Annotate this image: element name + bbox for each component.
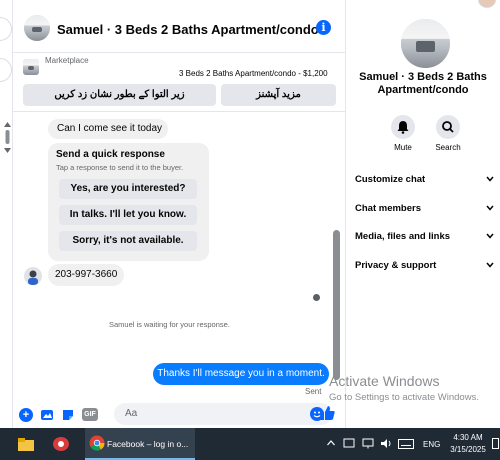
quick-reply-in-talks-button[interactable]: In talks. I'll let you know. (59, 205, 197, 225)
mark-pending-button[interactable]: زیر التوا کے بطور نشان زد کریں (23, 84, 216, 106)
clock-time[interactable]: 4:30 AM (452, 433, 484, 442)
chevron-down-icon[interactable] (486, 261, 494, 269)
incoming-message[interactable]: Can I come see it today ? (48, 119, 168, 154)
activate-windows-title: Activate Windows (329, 373, 440, 389)
sticker-icon[interactable] (61, 408, 75, 422)
more-options-button[interactable]: مزید آپشنز (221, 84, 336, 106)
read-receipt-avatar (313, 294, 320, 301)
windows-taskbar: Facebook – log in o... ENG 4:30 AM 3/15/… (0, 428, 500, 460)
menu-privacy-support[interactable]: Privacy & support (355, 260, 436, 271)
waiting-status-text: Samuel is waiting for your response. (109, 320, 230, 329)
activate-windows-subtitle: Go to Settings to activate Windows. (329, 392, 479, 403)
chat-scrollbar[interactable] (333, 230, 340, 380)
clock-date[interactable]: 3/15/2025 (448, 445, 488, 454)
search-icon (442, 121, 454, 133)
file-explorer-icon[interactable] (18, 438, 34, 451)
notification-icon[interactable] (492, 438, 499, 450)
like-icon[interactable] (320, 405, 336, 421)
incoming-message[interactable]: 203-997-3660 (48, 264, 124, 286)
device-icon[interactable] (343, 438, 355, 449)
chat-list-avatar[interactable] (0, 17, 12, 41)
menu-media-files-links[interactable]: Media, files and links (355, 231, 450, 242)
chevron-down-icon[interactable] (486, 204, 494, 212)
listing-title-price: 3 Beds 2 Baths Apartment/condo - $1,200 (179, 69, 328, 78)
taskbar-app-label: Facebook – log in o... (107, 439, 189, 449)
network-icon[interactable] (362, 438, 374, 449)
mute-button[interactable] (391, 115, 415, 139)
chrome-icon (89, 435, 105, 451)
taskbar-browser-app[interactable]: Facebook – log in o... (85, 428, 195, 460)
quick-response-card: Send a quick response Tap a response to … (48, 143, 209, 261)
chevron-down-icon[interactable] (486, 175, 494, 183)
plus-icon[interactable]: + (19, 408, 33, 422)
photo-icon[interactable] (40, 408, 54, 422)
menu-customize-chat[interactable]: Customize chat (355, 174, 425, 185)
message-input-placeholder: Aa (125, 408, 138, 419)
bell-icon (397, 121, 409, 134)
quick-reply-not-available-button[interactable]: Sorry, it's not available. (59, 231, 197, 251)
volume-icon[interactable] (380, 438, 392, 449)
keyboard-icon[interactable] (398, 439, 414, 449)
quick-response-subtitle: Tap a response to send it to the buyer. (56, 163, 184, 172)
divider (13, 111, 345, 112)
sent-status: Sent (305, 387, 322, 396)
info-icon[interactable]: i (316, 20, 331, 35)
sender-avatar[interactable] (24, 267, 42, 285)
chat-panel: Samuel · 3 Beds 2 Baths Apartment/condo … (4, 0, 346, 428)
chevron-up-icon[interactable] (327, 440, 335, 446)
outgoing-message[interactable]: Thanks I'll message you in a moment. (153, 363, 329, 385)
message-input[interactable]: Aa (114, 403, 332, 425)
quick-response-title: Send a quick response (56, 149, 165, 160)
contact-avatar[interactable] (24, 15, 50, 41)
listing-thumbnail[interactable] (23, 59, 39, 75)
gif-icon[interactable]: GIF (82, 408, 98, 421)
scroll-arrows[interactable] (4, 122, 11, 162)
menu-chat-members[interactable]: Chat members (355, 203, 421, 214)
search-label: Search (435, 143, 461, 152)
chevron-down-icon[interactable] (486, 232, 494, 240)
chat-header: Samuel · 3 Beds 2 Baths Apartment/condo … (13, 0, 345, 53)
marketplace-label: Marketplace (45, 56, 89, 65)
quick-reply-yes-button[interactable]: Yes, are you interested? (59, 179, 197, 199)
conversation-title: Samuel · 3 Beds 2 Baths Apartment/condo (359, 71, 487, 96)
mute-label: Mute (394, 143, 412, 152)
language-indicator[interactable]: ENG (423, 440, 440, 449)
chat-title[interactable]: Samuel · 3 Beds 2 Baths Apartment/condo (57, 22, 319, 37)
conversation-avatar[interactable] (401, 19, 450, 68)
app-icon[interactable] (52, 436, 70, 452)
chat-list-avatar[interactable] (0, 58, 12, 82)
left-sidebar-strip (0, 0, 13, 428)
search-button[interactable] (436, 115, 460, 139)
